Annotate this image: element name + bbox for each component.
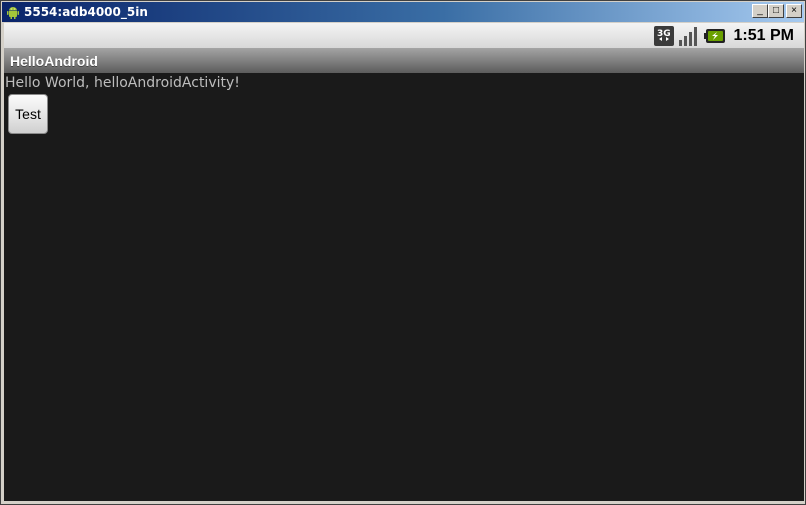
signal-strength-icon [678, 26, 700, 46]
window-controls: _ □ × [752, 4, 802, 18]
emulator-window: 5554:adb4000_5in _ □ × 3G 1:51 PM HelloA… [0, 0, 806, 505]
svg-text:3G: 3G [657, 29, 671, 39]
status-time: 1:51 PM [733, 26, 794, 44]
android-robot-icon [6, 5, 20, 19]
hello-text: Hello World, helloAndroidActivity! [5, 75, 240, 91]
android-status-bar[interactable]: 3G 1:51 PM [4, 23, 804, 48]
maximize-button[interactable]: □ [768, 4, 784, 18]
android-screen: 3G 1:51 PM HelloAndroid Hello World, hel… [4, 23, 804, 501]
minimize-button[interactable]: _ [752, 4, 768, 18]
maximize-icon: □ [772, 5, 780, 16]
app-title: HelloAndroid [10, 52, 98, 69]
window-title: 5554:adb4000_5in [24, 5, 148, 19]
close-button[interactable]: × [786, 4, 802, 18]
window-titlebar[interactable]: 5554:adb4000_5in _ □ × [2, 2, 804, 22]
test-button[interactable]: Test [8, 94, 48, 134]
3g-icon: 3G [653, 25, 674, 46]
close-icon: × [791, 5, 797, 16]
battery-charging-icon [703, 28, 726, 44]
test-button-label: Test [15, 106, 41, 122]
minimize-icon: _ [757, 5, 763, 16]
app-title-bar: HelloAndroid [4, 48, 804, 73]
